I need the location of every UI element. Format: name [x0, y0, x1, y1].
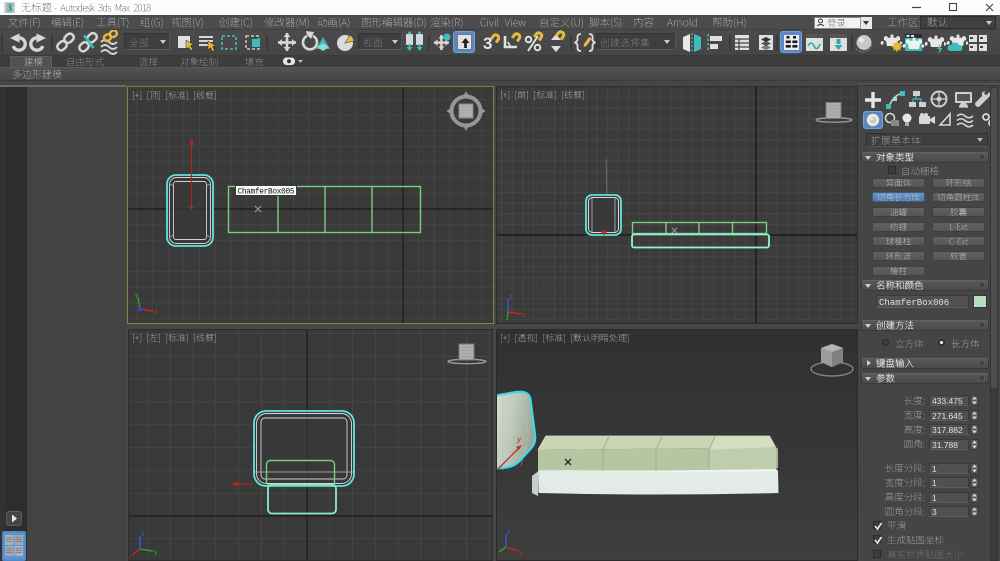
- svg-text:z: z: [507, 529, 511, 536]
- svg-text:ChamferBox005: ChamferBox005: [238, 188, 295, 196]
- svg-text:3: 3: [7, 4, 12, 14]
- svg-text:z: z: [141, 531, 145, 538]
- svg-text:y: y: [154, 549, 158, 556]
- svg-text:x: x: [519, 550, 523, 557]
- svg-text:x: x: [154, 309, 158, 316]
- svg-text:x: x: [522, 312, 526, 319]
- svg-text:y: y: [135, 292, 139, 299]
- svg-text:z: z: [509, 294, 513, 301]
